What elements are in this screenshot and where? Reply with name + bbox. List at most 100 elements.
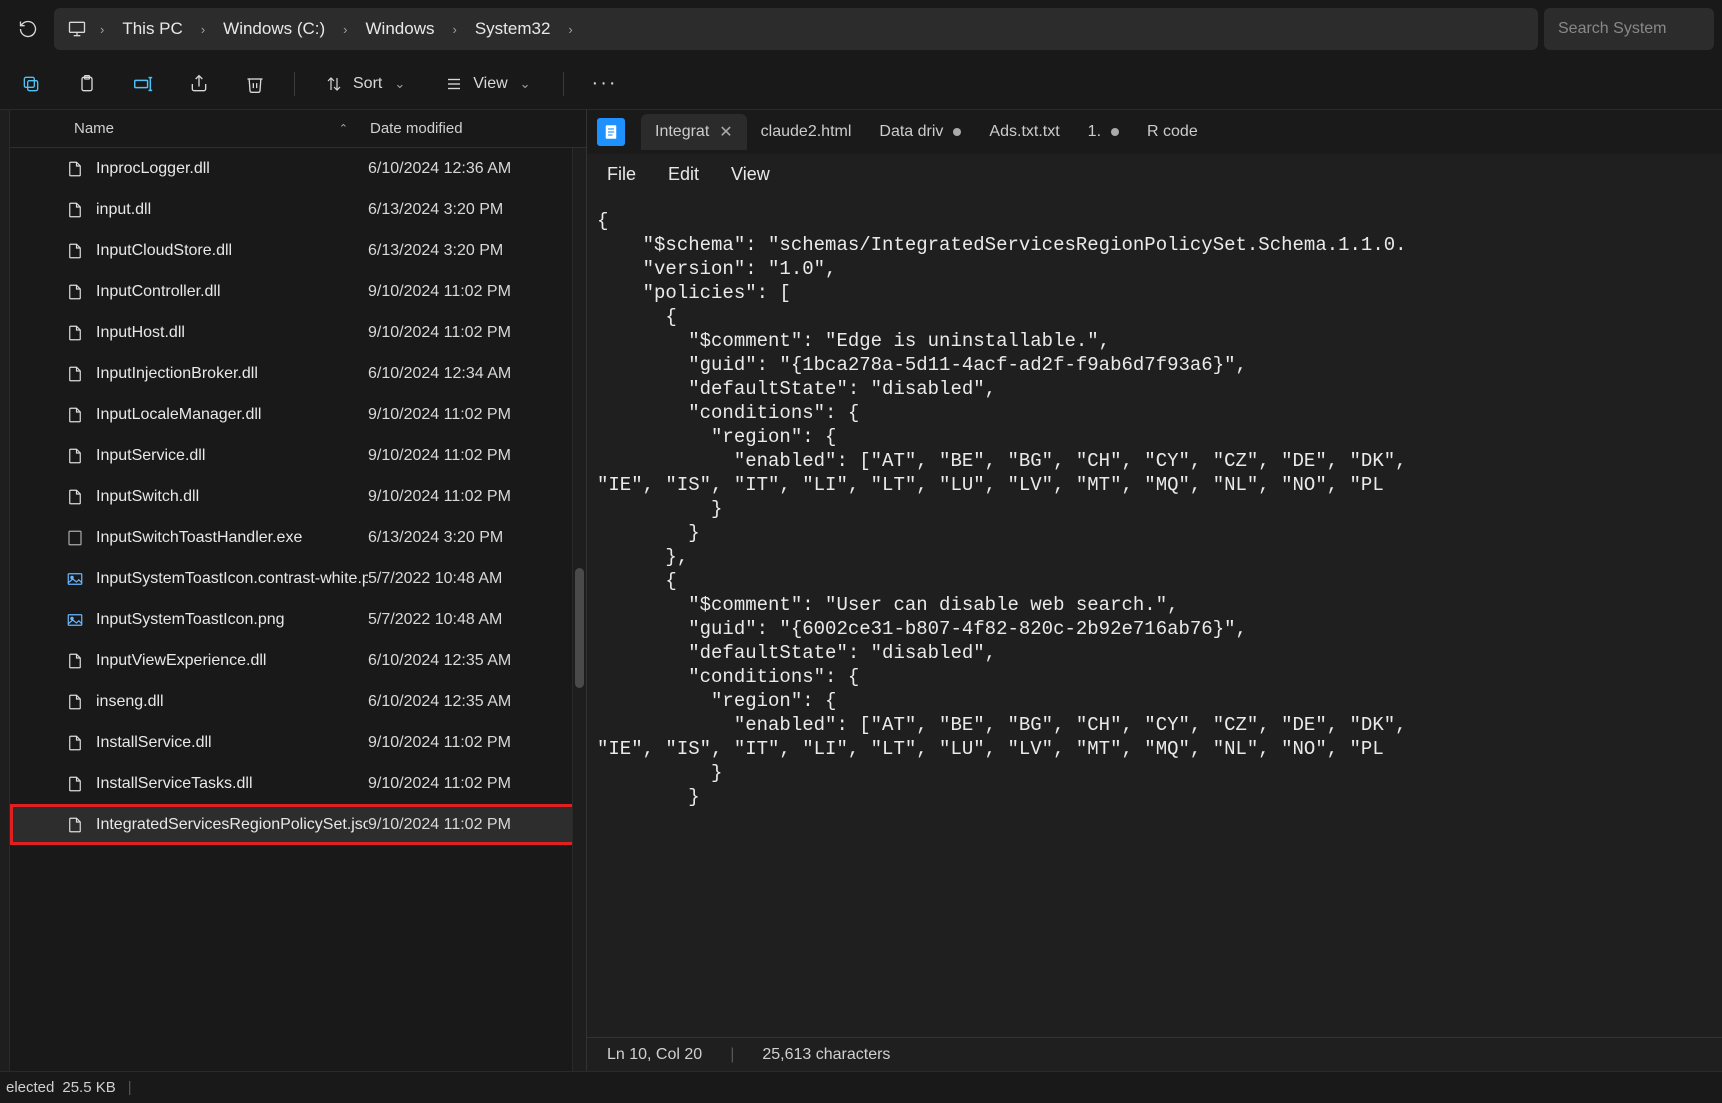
notepad-app-icon [597,118,625,146]
file-date: 9/10/2024 11:02 PM [368,734,586,752]
rename-icon [132,73,154,95]
file-date: 6/13/2024 3:20 PM [368,529,586,547]
editor-content[interactable]: { "$schema": "schemas/IntegratedServices… [587,195,1722,1037]
refresh-button[interactable] [8,9,48,49]
more-icon: ··· [592,72,618,95]
view-label: View [473,75,507,93]
chevron-right-icon: › [339,22,351,37]
col-date-label[interactable]: Date modified [368,120,586,137]
file-name: InputSystemToastIcon.contrast-white.png [96,570,368,588]
file-icon [64,363,86,385]
file-date: 9/10/2024 11:02 PM [368,406,586,424]
copy-button[interactable] [14,69,48,99]
share-button[interactable] [182,69,216,99]
file-date: 6/13/2024 3:20 PM [368,201,586,219]
column-header[interactable]: Name ⌃ Date modified [10,110,586,148]
tab-label: Integrat [655,123,709,141]
file-row[interactable]: InputSwitch.dll9/10/2024 11:02 PM [10,476,586,517]
nav-tree-strip[interactable] [0,110,10,1071]
file-name: InputSwitch.dll [96,488,368,506]
file-row[interactable]: inseng.dll6/10/2024 12:35 AM [10,681,586,722]
delete-button[interactable] [238,69,272,99]
file-date: 9/10/2024 11:02 PM [368,488,586,506]
crumb-windows[interactable]: Windows [356,13,445,45]
file-date: 6/10/2024 12:36 AM [368,160,586,178]
editor-tab[interactable]: Integrat ✕ [641,114,747,150]
file-icon [64,404,86,426]
file-icon [64,158,86,180]
explorer-statusbar: elected 25.5 KB | [0,1071,1722,1103]
trash-icon [244,73,266,95]
file-row[interactable]: InputSystemToastIcon.contrast-white.png5… [10,558,586,599]
file-date: 9/10/2024 11:02 PM [368,775,586,793]
file-icon [64,609,86,631]
tab-label: Ads.txt.txt [989,123,1059,141]
file-row[interactable]: InstallServiceTasks.dll9/10/2024 11:02 P… [10,763,586,804]
editor-tab[interactable]: 1. [1074,114,1133,150]
chevron-right-icon: › [96,22,108,37]
editor-tab[interactable]: R code [1133,114,1212,150]
file-name: input.dll [96,201,368,219]
file-icon [64,322,86,344]
file-row[interactable]: input.dll6/13/2024 3:20 PM [10,189,586,230]
scrollbar[interactable] [572,148,586,1071]
chevron-down-icon: ⌄ [516,76,535,92]
crumb-this-pc[interactable]: This PC [112,13,192,45]
menu-file[interactable]: File [607,164,636,185]
editor-tab[interactable]: Ads.txt.txt [975,114,1073,150]
view-button[interactable]: View ⌄ [437,69,540,99]
file-name: InputHost.dll [96,324,368,342]
file-icon [64,568,86,590]
editor-tab[interactable]: Data driv [865,114,975,150]
file-row[interactable]: InputSystemToastIcon.png5/7/2022 10:48 A… [10,599,586,640]
file-name: InstallService.dll [96,734,368,752]
file-row[interactable]: InputLocaleManager.dll9/10/2024 11:02 PM [10,394,586,435]
paste-icon [76,73,98,95]
menu-edit[interactable]: Edit [668,164,699,185]
unsaved-dot-icon [953,128,961,136]
file-date: 9/10/2024 11:02 PM [368,324,586,342]
file-icon [64,650,86,672]
tab-label: claude2.html [761,123,852,141]
file-row[interactable]: InputService.dll9/10/2024 11:02 PM [10,435,586,476]
more-button[interactable]: ··· [586,68,624,99]
file-icon [64,773,86,795]
col-name-label[interactable]: Name [74,120,114,137]
file-row[interactable]: InputHost.dll9/10/2024 11:02 PM [10,312,586,353]
file-date: 5/7/2022 10:48 AM [368,570,586,588]
menu-view[interactable]: View [731,164,770,185]
close-icon[interactable]: ✕ [719,122,732,142]
tab-label: R code [1147,123,1198,141]
paste-button[interactable] [70,69,104,99]
file-row[interactable]: InputInjectionBroker.dll6/10/2024 12:34 … [10,353,586,394]
char-count: 25,613 characters [762,1046,890,1064]
chevron-right-icon: › [564,22,576,37]
crumb-drive[interactable]: Windows (C:) [213,13,335,45]
file-row[interactable]: IntegratedServicesRegionPolicySet.json9/… [10,804,586,845]
sort-label: Sort [353,75,382,93]
file-row[interactable]: InputCloudStore.dll6/13/2024 3:20 PM [10,230,586,271]
file-row[interactable]: InstallService.dll9/10/2024 11:02 PM [10,722,586,763]
crumb-system32[interactable]: System32 [465,13,561,45]
list-icon [443,73,465,95]
scrollbar-thumb[interactable] [575,568,584,688]
breadcrumb[interactable]: › This PC › Windows (C:) › Windows › Sys… [54,8,1538,50]
file-name: InprocLogger.dll [96,160,368,178]
tab-label: Data driv [879,123,943,141]
sort-button[interactable]: Sort ⌄ [317,69,415,99]
sort-asc-icon: ⌃ [339,122,348,135]
tab-label: 1. [1088,123,1101,141]
file-row[interactable]: InprocLogger.dll6/10/2024 12:36 AM [10,148,586,189]
file-row[interactable]: InputController.dll9/10/2024 11:02 PM [10,271,586,312]
file-row[interactable]: InputViewExperience.dll6/10/2024 12:35 A… [10,640,586,681]
file-icon [64,281,86,303]
file-row[interactable]: InputSwitchToastHandler.exe6/13/2024 3:2… [10,517,586,558]
rename-button[interactable] [126,69,160,99]
editor-tab[interactable]: claude2.html [747,114,866,150]
share-icon [188,73,210,95]
file-name: InputLocaleManager.dll [96,406,368,424]
search-input[interactable]: Search System [1544,8,1714,50]
cursor-position: Ln 10, Col 20 [607,1046,702,1064]
file-icon [64,445,86,467]
file-date: 6/13/2024 3:20 PM [368,242,586,260]
